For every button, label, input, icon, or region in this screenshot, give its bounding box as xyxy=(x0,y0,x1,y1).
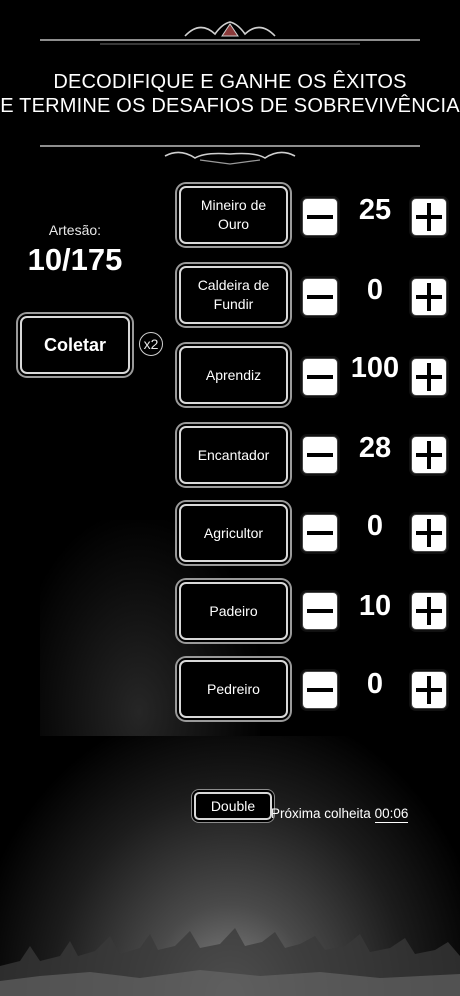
next-harvest-timer: 00:06 xyxy=(374,806,409,823)
job-count-caldeira-de-fundir: 0 xyxy=(366,274,384,306)
city-silhouette-decoration xyxy=(0,928,460,996)
job-button-caldeira-de-fundir[interactable]: Caldeira de Fundir xyxy=(179,266,288,324)
title-line-2: E TERMINE OS DESAFIOS DE SOBREVIVÊNCIA xyxy=(0,95,460,117)
minus-icon[interactable] xyxy=(302,278,338,316)
plus-icon[interactable] xyxy=(411,592,447,630)
job-button-pedreiro[interactable]: Pedreiro xyxy=(179,660,288,718)
job-button-encantador[interactable]: Encantador xyxy=(179,426,288,484)
plus-icon[interactable] xyxy=(411,278,447,316)
plus-icon[interactable] xyxy=(411,436,447,474)
minus-icon[interactable] xyxy=(302,514,338,552)
plus-icon[interactable] xyxy=(411,358,447,396)
job-button-mineiro-de-ouro[interactable]: Mineiro de Ouro xyxy=(179,186,288,244)
minus-icon[interactable] xyxy=(302,436,338,474)
next-harvest: Próxima colheita 00:06 xyxy=(271,806,409,823)
minus-icon[interactable] xyxy=(302,592,338,630)
multiplier-badge[interactable]: x2 xyxy=(139,332,163,356)
plus-icon[interactable] xyxy=(411,514,447,552)
job-count-mineiro-de-ouro: 25 xyxy=(358,194,392,226)
job-count-encantador: 28 xyxy=(358,432,392,464)
double-button[interactable]: Double xyxy=(194,792,272,820)
artisan-label: Artesão: xyxy=(48,222,102,238)
job-button-agricultor[interactable]: Agricultor xyxy=(179,504,288,562)
bottom-ornament xyxy=(40,145,420,165)
job-button-padeiro[interactable]: Padeiro xyxy=(179,582,288,640)
collect-button[interactable]: Coletar xyxy=(20,316,130,374)
next-harvest-label: Próxima colheita xyxy=(271,806,371,821)
job-button-aprendiz[interactable]: Aprendiz xyxy=(179,346,288,404)
plus-icon[interactable] xyxy=(411,671,447,709)
minus-icon[interactable] xyxy=(302,198,338,236)
title-line-1: DECODIFIQUE E GANHE OS ÊXITOS xyxy=(53,71,407,93)
job-count-agricultor: 0 xyxy=(366,510,384,542)
job-count-padeiro: 10 xyxy=(358,590,392,622)
plus-icon[interactable] xyxy=(411,198,447,236)
artisan-count: 10/175 xyxy=(27,242,123,277)
minus-icon[interactable] xyxy=(302,358,338,396)
top-ornament xyxy=(40,21,420,45)
job-count-pedreiro: 0 xyxy=(366,668,384,700)
job-count-aprendiz: 100 xyxy=(350,352,400,384)
page-title: DECODIFIQUE E GANHE OS ÊXITOS E TERMINE … xyxy=(0,70,460,118)
minus-icon[interactable] xyxy=(302,671,338,709)
